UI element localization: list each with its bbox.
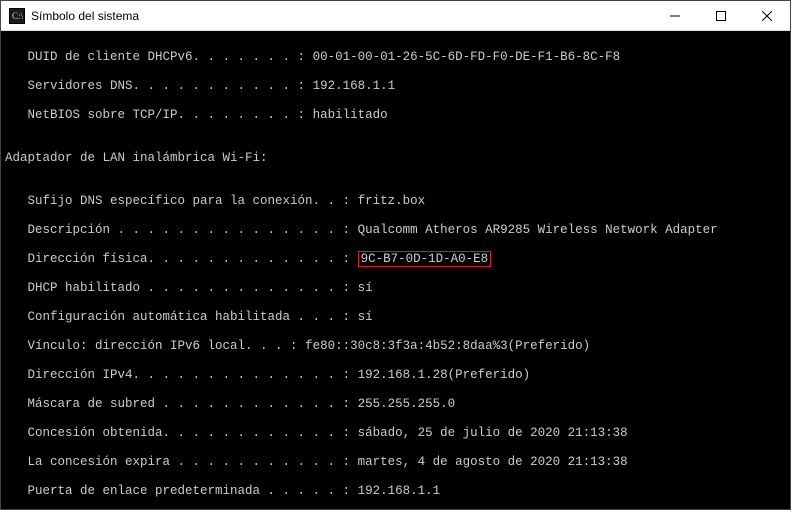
field-label: Configuración automática habilitada . . … bbox=[5, 310, 358, 324]
output-line: Concesión obtenida. . . . . . . . . . . … bbox=[5, 426, 790, 441]
output-line: Vínculo: dirección IPv6 local. . . : fe8… bbox=[5, 339, 790, 354]
close-button[interactable] bbox=[744, 1, 790, 30]
output-line: DHCP habilitado . . . . . . . . . . . . … bbox=[5, 281, 790, 296]
field-value: sí bbox=[358, 281, 373, 295]
field-label: Concesión obtenida. . . . . . . . . . . … bbox=[5, 426, 358, 440]
field-value: fritz.box bbox=[358, 194, 426, 208]
output-line: Máscara de subred . . . . . . . . . . . … bbox=[5, 397, 790, 412]
output-line: DUID de cliente DHCPv6. . . . . . . : 00… bbox=[5, 50, 790, 65]
output-line: Dirección IPv4. . . . . . . . . . . . . … bbox=[5, 368, 790, 383]
output-line: Sufijo DNS específico para la conexión. … bbox=[5, 194, 790, 209]
field-value: Qualcomm Atheros AR9285 Wireless Network… bbox=[358, 223, 718, 237]
field-label: NetBIOS sobre TCP/IP. . . . . . . . : bbox=[5, 108, 313, 122]
adapter-header: Adaptador de LAN inalámbrica Wi-Fi: bbox=[5, 151, 790, 166]
field-value: fe80::30c8:3f3a:4b52:8daa%3(Preferido) bbox=[305, 339, 590, 353]
output-line: Puerta de enlace predeterminada . . . . … bbox=[5, 484, 790, 499]
field-value: sí bbox=[358, 310, 373, 324]
field-value: 192.168.1.1 bbox=[313, 79, 396, 93]
field-label: Dirección física. . . . . . . . . . . . … bbox=[5, 252, 358, 266]
field-value: 192.168.1.28(Preferido) bbox=[358, 368, 531, 382]
cmd-icon: C:\ bbox=[9, 8, 25, 24]
field-label: DUID de cliente DHCPv6. . . . . . . : bbox=[5, 50, 313, 64]
field-value: habilitado bbox=[313, 108, 388, 122]
field-value: martes, 4 de agosto de 2020 21:13:38 bbox=[358, 455, 628, 469]
maximize-button[interactable] bbox=[698, 1, 744, 30]
field-value: 192.168.1.1 bbox=[358, 484, 441, 498]
terminal-output[interactable]: DUID de cliente DHCPv6. . . . . . . : 00… bbox=[1, 31, 790, 509]
field-label: La concesión expira . . . . . . . . . . … bbox=[5, 455, 358, 469]
output-line: Dirección física. . . . . . . . . . . . … bbox=[5, 252, 790, 267]
window-controls bbox=[652, 1, 790, 30]
output-line: NetBIOS sobre TCP/IP. . . . . . . . : ha… bbox=[5, 108, 790, 123]
output-line: Servidores DNS. . . . . . . . . . . : 19… bbox=[5, 79, 790, 94]
cmd-window: C:\ Símbolo del sistema DUID de cliente … bbox=[0, 0, 791, 510]
mac-address-highlighted: 9C-B7-0D-1D-A0-E8 bbox=[358, 251, 492, 267]
field-value: 00-01-00-01-26-5C-6D-FD-F0-DE-F1-B6-8C-F… bbox=[313, 50, 621, 64]
output-line: La concesión expira . . . . . . . . . . … bbox=[5, 455, 790, 470]
field-label: Sufijo DNS específico para la conexión. … bbox=[5, 194, 358, 208]
field-label: Puerta de enlace predeterminada . . . . … bbox=[5, 484, 358, 498]
minimize-button[interactable] bbox=[652, 1, 698, 30]
svg-text:C:\: C:\ bbox=[12, 11, 24, 21]
field-label: DHCP habilitado . . . . . . . . . . . . … bbox=[5, 281, 358, 295]
field-label: Vínculo: dirección IPv6 local. . . : bbox=[5, 339, 305, 353]
field-label: Máscara de subred . . . . . . . . . . . … bbox=[5, 397, 358, 411]
field-value: sábado, 25 de julio de 2020 21:13:38 bbox=[358, 426, 628, 440]
field-label: Servidores DNS. . . . . . . . . . . : bbox=[5, 79, 313, 93]
field-value: 255.255.255.0 bbox=[358, 397, 456, 411]
field-label: Descripción . . . . . . . . . . . . . . … bbox=[5, 223, 358, 237]
window-title: Símbolo del sistema bbox=[31, 9, 652, 23]
output-line: Configuración automática habilitada . . … bbox=[5, 310, 790, 325]
titlebar[interactable]: C:\ Símbolo del sistema bbox=[1, 1, 790, 31]
field-label: Dirección IPv4. . . . . . . . . . . . . … bbox=[5, 368, 358, 382]
output-line: Descripción . . . . . . . . . . . . . . … bbox=[5, 223, 790, 238]
